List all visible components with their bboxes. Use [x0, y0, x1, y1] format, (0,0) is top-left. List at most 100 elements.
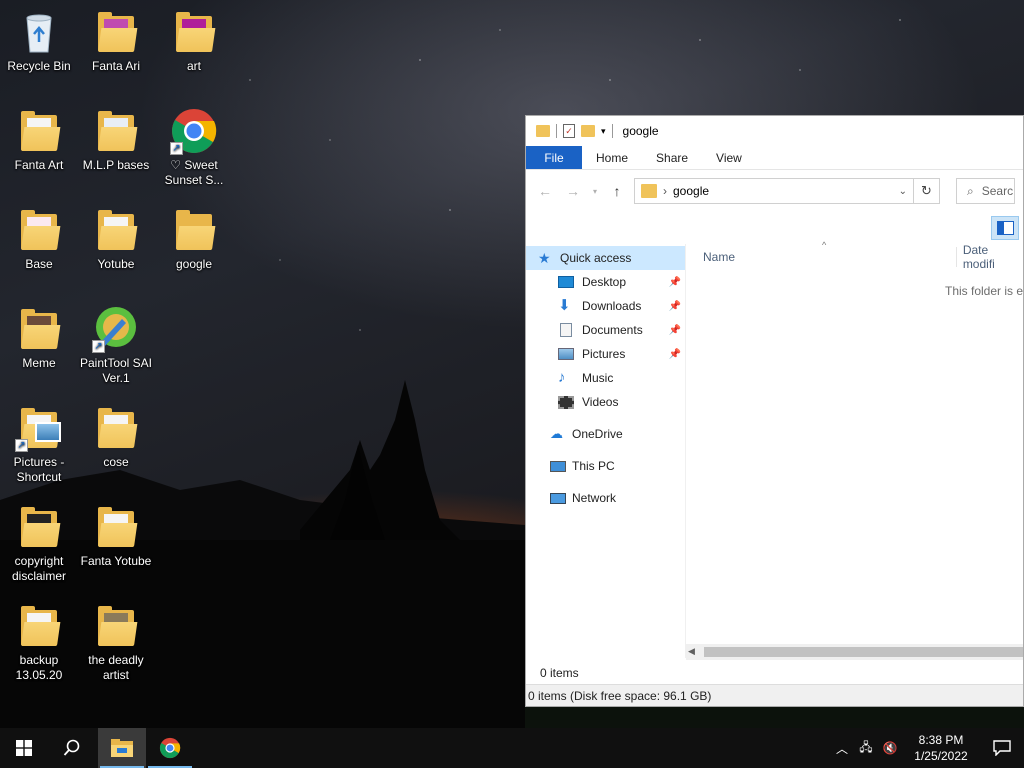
taskbar-file-explorer[interactable] — [98, 728, 146, 768]
search-icon: ⌕ — [967, 183, 974, 198]
file-list-pane[interactable]: ^ Name Date modifi This folder is en — [686, 240, 1023, 658]
taskbar-chrome[interactable] — [146, 728, 194, 768]
volume-muted-icon[interactable]: 🔇 — [878, 728, 902, 768]
folder-icon — [92, 503, 140, 551]
folder-icon — [15, 305, 63, 353]
desktop-icon-mlp-bases[interactable]: M.L.P bases — [78, 107, 154, 173]
clock-date: 1/25/2022 — [914, 749, 968, 763]
desktop-icon-recycle-bin[interactable]: Recycle Bin — [1, 8, 77, 74]
desktop-icon-label: cose — [103, 455, 129, 469]
nav-label: OneDrive — [572, 427, 623, 441]
desktop-icon-painttool-sai[interactable]: ↗ PaintTool SAI Ver.1 — [78, 305, 154, 386]
pin-icon[interactable]: 📌 — [669, 277, 681, 288]
desktop-icon-fanta-art[interactable]: Fanta Art — [1, 107, 77, 173]
tab-share[interactable]: Share — [642, 146, 702, 169]
tab-home[interactable]: Home — [582, 146, 642, 169]
folder-icon — [15, 206, 63, 254]
nav-quick-access[interactable]: ★ Quick access — [526, 246, 685, 270]
refresh-button[interactable]: ↻ — [914, 178, 940, 204]
column-header-date-modified[interactable]: Date modifi — [955, 243, 1023, 271]
desktop-icon-backup[interactable]: backup 13.05.20 — [1, 602, 77, 683]
desktop-icon-cose[interactable]: cose — [78, 404, 154, 470]
taskbar: ︿ 🖧 🔇 8:38 PM 1/25/2022 — [0, 728, 1024, 768]
show-hidden-icons-chevron-icon[interactable]: ︿ — [830, 728, 854, 768]
network-icon — [550, 492, 566, 504]
properties-icon[interactable]: ✓ — [563, 124, 575, 138]
desktop-icon-label: copyright disclaimer — [11, 554, 66, 583]
nav-music[interactable]: ♪ Music — [526, 366, 685, 390]
start-button[interactable] — [0, 728, 48, 768]
up-arrow-icon[interactable]: ↑ — [606, 180, 628, 202]
desktop-icon-pictures-shortcut[interactable]: ↗ Pictures - Shortcut — [1, 404, 77, 485]
desktop-icon-base[interactable]: Base — [1, 206, 77, 272]
desktop-icon-sweet-sunset[interactable]: ↗ ♡ Sweet Sunset S... — [156, 107, 232, 188]
document-icon — [560, 323, 572, 337]
pin-icon[interactable]: 📌 — [669, 349, 681, 360]
nav-label: Quick access — [560, 251, 632, 265]
column-label: Date modifi — [962, 243, 995, 271]
search-box[interactable]: ⌕ Searc — [956, 178, 1015, 204]
pane-layout-icon — [997, 221, 1014, 235]
pin-icon[interactable]: 📌 — [669, 301, 681, 312]
customize-toolbar-chevron-icon[interactable]: ▾ — [601, 126, 606, 137]
search-placeholder: Searc — [981, 184, 1014, 198]
folder-icon — [92, 602, 140, 650]
clock[interactable]: 8:38 PM 1/25/2022 — [902, 732, 980, 764]
forward-arrow-icon[interactable]: → — [562, 180, 584, 202]
nav-downloads[interactable]: ⬇ Downloads 📌 — [526, 294, 685, 318]
desktop-icon-label: backup 13.05.20 — [15, 653, 63, 682]
new-folder-icon[interactable] — [581, 125, 595, 137]
desktop-icon — [558, 276, 574, 288]
horizontal-scrollbar[interactable]: ◀ — [686, 644, 1023, 660]
nav-onedrive[interactable]: ☁ OneDrive — [526, 422, 685, 446]
nav-label: Music — [582, 371, 614, 385]
tab-file[interactable]: File — [526, 146, 582, 169]
desktop-icon-fanta-yotube[interactable]: Fanta Yotube — [78, 503, 154, 569]
nav-network[interactable]: Network — [526, 486, 685, 510]
folder-icon — [92, 206, 140, 254]
desktop-icon-yotube[interactable]: Yotube — [78, 206, 154, 272]
window-title: google — [622, 124, 659, 138]
desktop-icon-label: Base — [25, 257, 53, 271]
back-arrow-icon[interactable]: ← — [534, 180, 556, 202]
notification-center-button[interactable] — [980, 728, 1024, 768]
nav-documents[interactable]: Documents 📌 — [526, 318, 685, 342]
nav-this-pc[interactable]: This PC — [526, 454, 685, 478]
nav-label: Videos — [582, 395, 619, 409]
network-status-icon[interactable]: 🖧 — [854, 728, 878, 768]
column-header-name[interactable]: ^ Name — [686, 240, 956, 264]
nav-pictures[interactable]: Pictures 📌 — [526, 342, 685, 366]
address-bar[interactable]: › google ⌄ — [634, 178, 914, 204]
scrollbar-thumb[interactable] — [704, 647, 1023, 657]
recent-locations-chevron-icon[interactable]: ▾ — [590, 180, 600, 202]
search-button[interactable] — [48, 728, 96, 768]
preview-pane-button[interactable] — [991, 216, 1019, 240]
folder-icon — [170, 206, 218, 254]
desktop-icon-fanta-ari[interactable]: Fanta Ari — [78, 8, 154, 74]
desktop-icon-the-deadly-artist[interactable]: the deadly artist — [78, 602, 154, 683]
pin-icon[interactable]: 📌 — [669, 325, 681, 336]
chevron-down-icon[interactable]: ⌄ — [899, 186, 907, 197]
nav-desktop[interactable]: Desktop 📌 — [526, 270, 685, 294]
star-icon: ★ — [538, 249, 551, 266]
recycle-bin-icon — [15, 8, 63, 56]
chevron-right-icon[interactable]: › — [663, 184, 667, 198]
title-bar[interactable]: ✓ ▾ google — [526, 116, 1023, 146]
chrome-icon: ↗ — [170, 107, 218, 155]
folder-icon — [641, 184, 657, 198]
nav-videos[interactable]: Videos — [526, 390, 685, 414]
desktop-icon-meme[interactable]: Meme — [1, 305, 77, 371]
item-count: 0 items — [540, 666, 579, 680]
file-explorer-window[interactable]: ✓ ▾ google File Home Share View ← → ▾ ↑ … — [525, 115, 1024, 707]
desktop-icon-copyright-disclaimer[interactable]: copyright disclaimer — [1, 503, 77, 584]
tab-view[interactable]: View — [702, 146, 756, 169]
desktop-icon-label: the deadly artist — [88, 653, 144, 682]
desktop-icon-google[interactable]: google — [156, 206, 232, 272]
film-icon — [558, 395, 574, 409]
desktop-icon-art[interactable]: art — [156, 8, 232, 74]
navigation-pane[interactable]: ★ Quick access Desktop 📌 ⬇ Downloads 📌 D… — [526, 244, 686, 658]
pictures-shortcut-icon: ↗ — [15, 404, 63, 452]
desktop-icon-label: Meme — [22, 356, 56, 370]
scroll-left-arrow-icon[interactable]: ◀ — [688, 646, 695, 657]
divider — [556, 124, 557, 138]
